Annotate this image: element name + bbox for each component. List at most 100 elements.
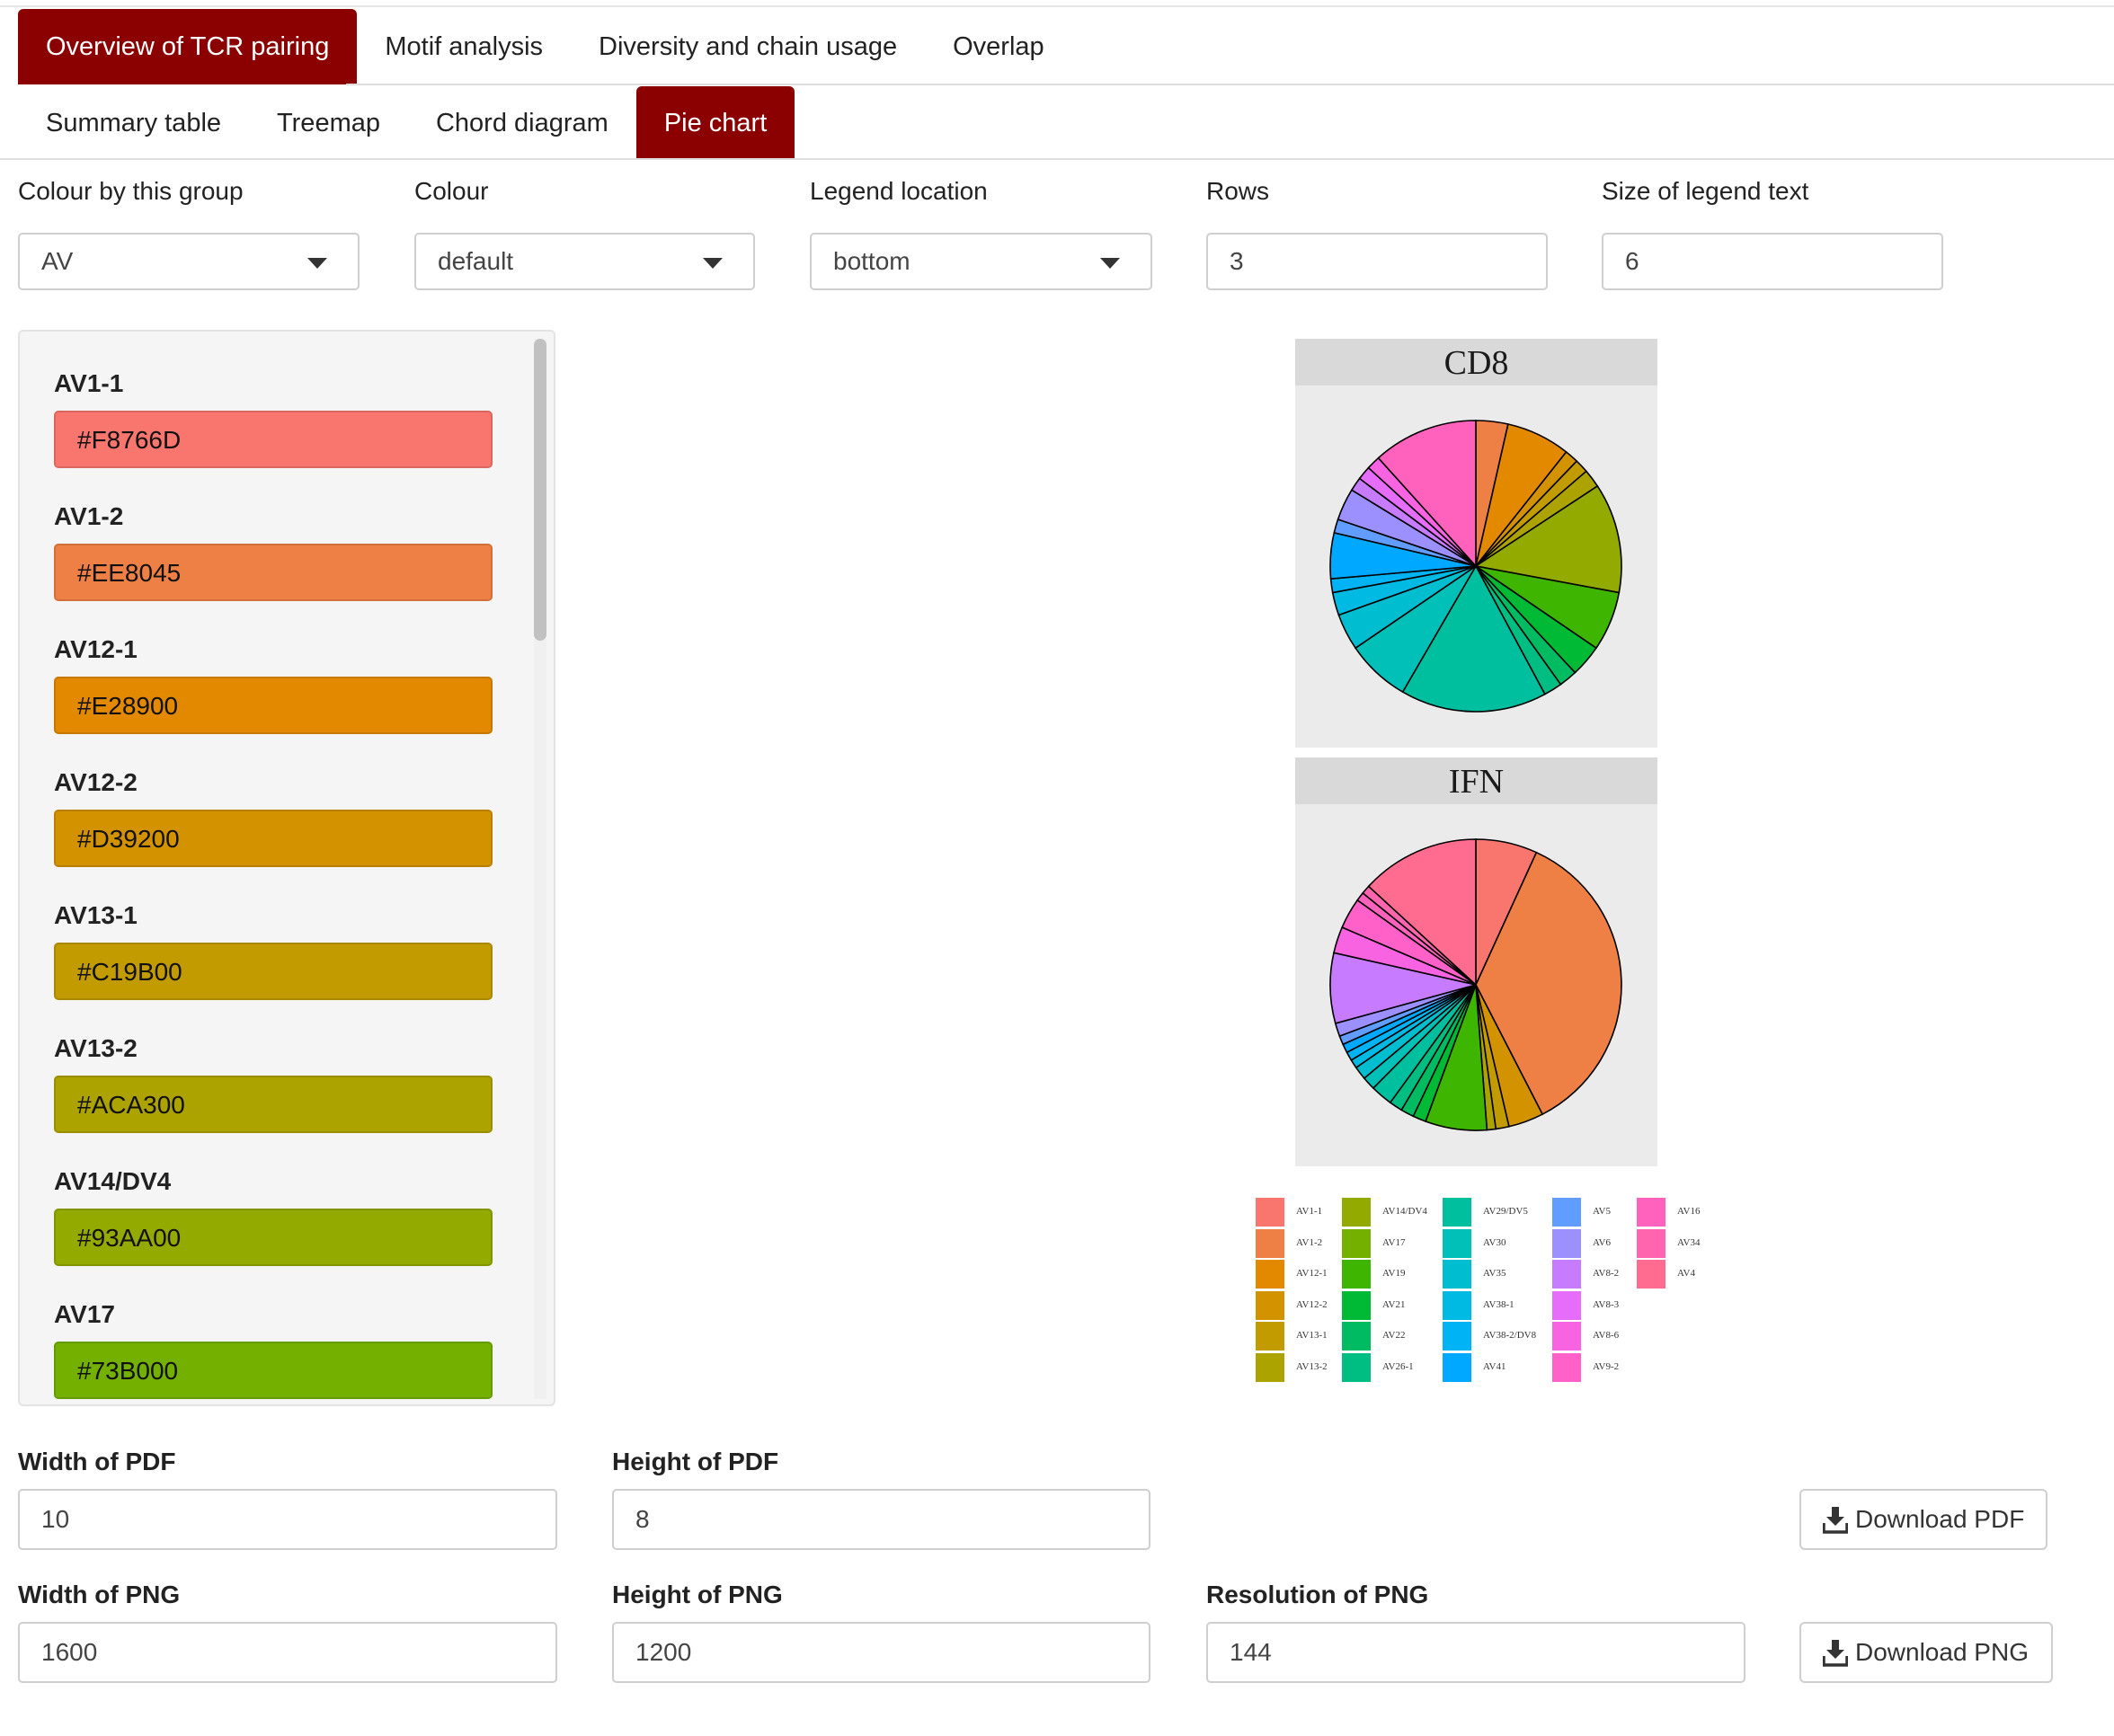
legend-label: AV16 bbox=[1677, 1206, 1701, 1217]
legend-key bbox=[1342, 1290, 1371, 1320]
legend-key bbox=[1256, 1290, 1284, 1320]
sub-tabs-divider bbox=[0, 158, 2114, 160]
pdf-height-label: Height of PDF bbox=[612, 1448, 779, 1475]
facet-title-ifn: IFN bbox=[1295, 757, 1657, 804]
rows-label: Rows bbox=[1206, 177, 1270, 205]
colour-value: default bbox=[438, 247, 514, 275]
colour-group-label: Colour by this group bbox=[18, 177, 244, 205]
tab-chord-diagram[interactable]: Chord diagram bbox=[408, 86, 636, 160]
colour-item-label: AV12-2 bbox=[54, 768, 138, 796]
legend-label: AV17 bbox=[1382, 1236, 1406, 1248]
legend-key bbox=[1552, 1198, 1581, 1227]
colour-swatch-input[interactable]: #EE8045 bbox=[54, 544, 493, 601]
download-icon bbox=[1823, 1507, 1848, 1534]
legend-label: AV1-2 bbox=[1296, 1236, 1323, 1248]
legend-size-label: Size of legend text bbox=[1602, 177, 1809, 205]
download-icon bbox=[1823, 1640, 1848, 1667]
download-pdf-button[interactable]: Download PDF bbox=[1799, 1489, 2047, 1550]
legend-size-input[interactable]: 6 bbox=[1602, 233, 1943, 290]
download-png-button[interactable]: Download PNG bbox=[1799, 1622, 2053, 1683]
tab-pie-chart[interactable]: Pie chart bbox=[635, 86, 795, 160]
legend-key bbox=[1443, 1198, 1471, 1227]
tab-treemap[interactable]: Treemap bbox=[249, 86, 408, 160]
tab-overlap[interactable]: Overlap bbox=[925, 9, 1072, 84]
main-tabs-divider bbox=[346, 84, 2114, 85]
colour-swatch-input[interactable]: #E28900 bbox=[54, 677, 493, 734]
download-pdf-label: Download PDF bbox=[1855, 1505, 2025, 1533]
legend-location-select[interactable]: bottom bbox=[810, 233, 1152, 290]
colour-item-label: AV14/DV4 bbox=[54, 1167, 172, 1195]
legend-label: AV29/DV5 bbox=[1483, 1206, 1528, 1217]
png-width-input[interactable]: 1600 bbox=[18, 1622, 557, 1683]
legend-label: AV26-1 bbox=[1382, 1360, 1414, 1372]
legend-key bbox=[1443, 1352, 1471, 1382]
png-width-label: Width of PNG bbox=[18, 1581, 181, 1608]
legend-label: AV6 bbox=[1593, 1236, 1611, 1248]
pie-panel-cd8: CD8 bbox=[1295, 339, 1657, 748]
legend-label: AV13-1 bbox=[1296, 1330, 1328, 1341]
legend-key bbox=[1256, 1228, 1284, 1258]
colour-picker-panel[interactable]: AV1-1 #F8766D AV1-2 #EE8045 AV12-1 #E289… bbox=[18, 330, 555, 1406]
tab-diversity[interactable]: Diversity and chain usage bbox=[571, 9, 925, 84]
chart-legend: AV1-1 AV1-2 AV12-1 AV12-2 AV13-1 AV13-2 AV14/D… bbox=[1256, 1198, 1723, 1395]
chevron-down-icon bbox=[1100, 258, 1120, 269]
colour-item-label: AV17 bbox=[54, 1300, 115, 1328]
colour-swatch-input[interactable]: #D39200 bbox=[54, 810, 493, 867]
legend-key bbox=[1256, 1260, 1284, 1289]
pie-panel-ifn: IFN bbox=[1295, 757, 1657, 1166]
legend-key bbox=[1443, 1260, 1471, 1289]
legend-key bbox=[1443, 1290, 1471, 1320]
legend-label: AV38-1 bbox=[1483, 1298, 1514, 1310]
legend-key bbox=[1552, 1228, 1581, 1258]
legend-key bbox=[1637, 1228, 1665, 1258]
legend-location-label: Legend location bbox=[810, 177, 988, 205]
legend-label: AV21 bbox=[1382, 1298, 1406, 1310]
tab-summary-table[interactable]: Summary table bbox=[18, 86, 249, 160]
legend-key bbox=[1552, 1322, 1581, 1351]
main-tabs: Overview of TCR pairing Motif analysis D… bbox=[18, 9, 1072, 84]
legend-key bbox=[1256, 1352, 1284, 1382]
pdf-width-label: Width of PDF bbox=[18, 1448, 176, 1475]
colour-swatch-input[interactable]: #C19B00 bbox=[54, 943, 493, 1000]
pie-chart-ifn bbox=[1329, 838, 1622, 1131]
legend-label: AV9-2 bbox=[1593, 1360, 1620, 1372]
legend-key bbox=[1443, 1228, 1471, 1258]
legend-label: AV38-2/DV8 bbox=[1483, 1330, 1537, 1341]
legend-key bbox=[1637, 1260, 1665, 1289]
rows-input[interactable]: 3 bbox=[1206, 233, 1548, 290]
legend-key bbox=[1256, 1322, 1284, 1351]
png-resolution-input[interactable]: 144 bbox=[1206, 1622, 1745, 1683]
pdf-height-input[interactable]: 8 bbox=[612, 1489, 1150, 1550]
tab-overview[interactable]: Overview of TCR pairing bbox=[18, 9, 358, 84]
colour-item-label: AV13-1 bbox=[54, 901, 138, 929]
colour-group-value: AV bbox=[41, 247, 74, 275]
legend-label: AV12-2 bbox=[1296, 1298, 1328, 1310]
scrollbar-thumb[interactable] bbox=[534, 339, 546, 641]
colour-swatch-input[interactable]: #ACA300 bbox=[54, 1076, 493, 1133]
legend-label: AV19 bbox=[1382, 1268, 1406, 1279]
tab-motif-analysis[interactable]: Motif analysis bbox=[357, 9, 571, 84]
legend-key bbox=[1342, 1260, 1371, 1289]
colour-label: Colour bbox=[414, 177, 489, 205]
legend-key bbox=[1443, 1322, 1471, 1351]
legend-label: AV13-2 bbox=[1296, 1360, 1328, 1372]
legend-label: AV8-6 bbox=[1593, 1330, 1620, 1341]
chevron-down-icon bbox=[307, 258, 327, 269]
png-height-input[interactable]: 1200 bbox=[612, 1622, 1150, 1683]
legend-label: AV34 bbox=[1677, 1236, 1701, 1248]
colour-item-label: AV1-2 bbox=[54, 502, 124, 530]
colour-item-label: AV13-2 bbox=[54, 1034, 138, 1062]
legend-key bbox=[1552, 1352, 1581, 1382]
colour-swatch-input[interactable]: #93AA00 bbox=[54, 1209, 493, 1266]
colour-select[interactable]: default bbox=[414, 233, 755, 290]
colour-swatch-input[interactable]: #F8766D bbox=[54, 411, 493, 468]
download-png-label: Download PNG bbox=[1855, 1638, 2029, 1666]
legend-label: AV30 bbox=[1483, 1236, 1506, 1248]
colour-swatch-input[interactable]: #73B000 bbox=[54, 1342, 493, 1399]
colour-item-label: AV12-1 bbox=[54, 635, 138, 663]
facet-title-cd8: CD8 bbox=[1295, 339, 1657, 385]
sub-tabs: Summary table Treemap Chord diagram Pie … bbox=[18, 86, 795, 160]
legend-label: AV35 bbox=[1483, 1268, 1506, 1279]
colour-group-select[interactable]: AV bbox=[18, 233, 360, 290]
pdf-width-input[interactable]: 10 bbox=[18, 1489, 557, 1550]
